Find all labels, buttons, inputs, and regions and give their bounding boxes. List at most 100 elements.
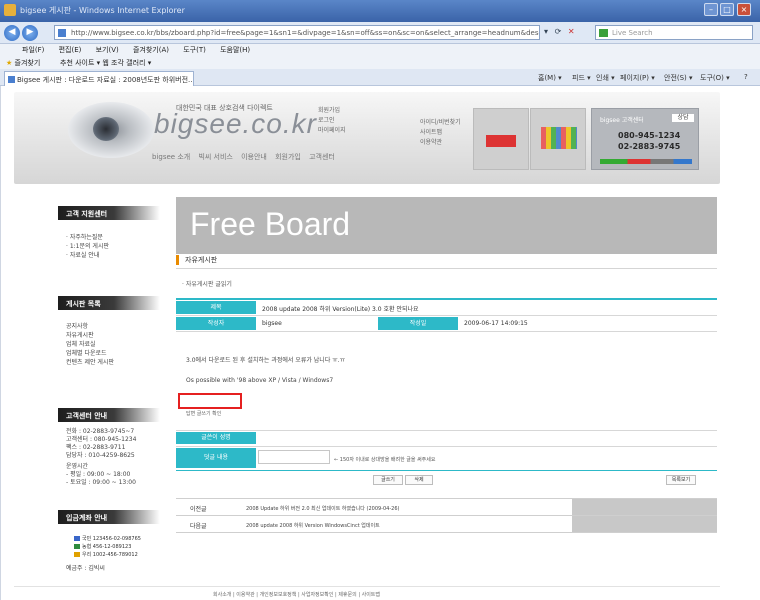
tools-menu[interactable]: 도구(O) ▾ [700,73,730,83]
url-input[interactable]: http://www.bigsee.co.kr/bbs/zboard.php?i… [54,25,540,40]
menu-view[interactable]: 보기(V) [96,46,119,54]
header-mini-link[interactable]: 이용약관 [420,138,461,148]
post-body-line: 3.0에서 다운로드 된 후 설치하는 과정에서 오류가 납니다 ㅠ.ㅠ [186,357,346,364]
header-link[interactable]: 빅씨 서비스 [198,153,232,161]
date-value: 2009-06-17 14:09:15 [464,320,528,327]
address-actions: ▾ ⟳ ✕ [544,27,579,36]
sidebar-link[interactable]: 자유게시판 [66,331,114,340]
write-button[interactable]: 글쓰기 [373,475,403,485]
sidebar-board-title: 게시판 목록 [58,296,160,310]
safety-menu[interactable]: 안전(S) ▾ [664,73,693,83]
star-icon: ★ [6,59,13,67]
sidebar-link[interactable]: 자료실 안내 [66,251,109,260]
author-value: bigsee [262,320,282,327]
board-sub-label: 자유게시판 글읽기 [182,279,232,288]
footer-link[interactable]: 사이트맵 [362,592,380,598]
bank-account: 농협 456-12-089123 [82,544,132,550]
header-mini-link[interactable]: 사이트맵 [420,128,461,138]
maximize-button[interactable]: □ [720,3,734,16]
sidebar-link[interactable]: 업체별 다운로드 [66,349,114,358]
comment-author-label: 글쓴이 성명 [176,432,256,444]
row-divider [176,315,717,316]
dropdown-icon[interactable]: ▾ [544,27,548,36]
header-link[interactable]: 회원가입 [275,153,301,161]
board-banner-title: Free Board [190,206,351,242]
feed-menu[interactable]: 피드 ▾ [572,73,591,83]
promo-banner-2[interactable] [530,108,586,170]
next-post-link[interactable]: 2008 update 2008 하위 Version WindowsCinct… [246,522,380,529]
support-line: 고객센터 : 080-945-1234 [66,436,137,443]
prev-post-link[interactable]: 2008 Update 하위 버전 2.0 최신 업데이트 하였습니다 (200… [246,505,399,512]
menu-edit[interactable]: 편집(E) [59,46,82,54]
ie-logo-icon [4,4,16,16]
bank-swatch [74,536,80,541]
sidebar-link[interactable]: 업체 자료실 [66,340,114,349]
tab-page-icon [8,76,15,83]
author-label: 작성자 [176,317,256,330]
bank-swatch [74,552,80,557]
header-mini-link[interactable]: 회원가입 [318,106,346,116]
sidebar-link[interactable]: 공지사항 [66,322,114,331]
stop-icon[interactable]: ✕ [568,27,575,36]
next-post-label: 다음글 [190,523,207,530]
subject-label: 제목 [176,301,256,314]
header-mini-link[interactable]: 마이페이지 [318,126,346,136]
suggested-sites[interactable]: 추천 사이트 ▾ 웹 조각 갤러리 ▾ [60,58,151,68]
footer-link[interactable]: 개인정보보호정책 [260,592,297,598]
list-button[interactable]: 목록보기 [666,475,696,485]
promo-banner-1[interactable] [473,108,529,170]
refresh-icon[interactable]: ⟳ [555,27,562,36]
footer-link[interactable]: 회사소개 [213,592,231,598]
support-line: 팩스 : 02-2883-9711 [66,444,126,451]
search-input[interactable]: Live Search [595,25,753,40]
header-link[interactable]: 고객센터 [309,153,335,161]
delete-button[interactable]: 삭제 [405,475,433,485]
contact-panel: bigsee 고객센터 상담 080-945-1234 02-2883-9745 [591,108,699,170]
menu-help[interactable]: 도움말(H) [220,46,250,54]
comment-content-label: 덧글 내용 [176,448,256,468]
sidebar-support-title: 고객센터 안내 [58,408,160,422]
sidebar-link[interactable]: 컨텐츠 제안 게시판 [66,358,114,367]
url-text: http://www.bigsee.co.kr/bbs/zboard.php?i… [71,29,539,37]
home-menu[interactable]: 홈(M) ▾ [538,73,562,83]
footer-link[interactable]: 제휴문의 [338,592,356,598]
contact-label: bigsee 고객센터 [600,117,644,124]
favorites-button[interactable]: ★ 즐겨찾기 [6,58,40,68]
sidebar-link[interactable]: 1:1문의 게시판 [66,242,109,251]
menu-file[interactable]: 파일(F) [22,46,44,54]
page-icon [58,29,66,37]
footer-link[interactable]: 사업자정보확인 [301,592,333,598]
search-engine-icon [599,29,608,37]
help-icon[interactable]: ? [744,73,748,81]
minimize-button[interactable]: – [704,3,718,16]
footer-link[interactable]: 이용약관 [236,592,254,598]
row-divider [176,430,717,431]
header-mini-links-a: 회원가입 로그인 마이페이지 [318,106,346,136]
comment-input[interactable] [258,450,330,464]
header-link[interactable]: bigsee 소개 [152,153,190,161]
highlight-annotation-box [178,393,242,409]
print-menu[interactable]: 인쇄 ▾ [596,73,615,83]
header-links: bigsee 소개 빅씨 서비스 이용안내 회원가입 고객센터 [152,152,341,162]
browser-tab[interactable]: Bigsee 게시판 : 다운로드 자료실 : 2008년도판 하위버전... [4,71,194,86]
header-link[interactable]: 이용안내 [241,153,267,161]
board-label: 자유게시판 [176,255,217,265]
forward-icon[interactable]: ▶ [22,25,38,41]
back-icon[interactable]: ◀ [4,25,20,41]
contact-button[interactable]: 상담 [672,114,694,122]
sidebar-link[interactable]: 자주하는질문 [66,233,109,242]
header-mini-link[interactable]: 로그인 [318,116,346,126]
bank-holder: 예금주 : 김빅씨 [66,565,105,572]
tab-label: Bigsee 게시판 : 다운로드 자료실 : 2008년도판 하위버전... [17,76,194,84]
address-bar: ◀ ▶ http://www.bigsee.co.kr/bbs/zboard.p… [0,22,760,44]
site-logo[interactable]: bigsee.co.kr [154,108,317,140]
page-menu[interactable]: 페이지(P) ▾ [620,73,655,83]
menu-tools[interactable]: 도구(T) [183,46,206,54]
close-button[interactable]: × [737,3,751,16]
bank-account: 국민 123456-02-098765 [82,536,141,542]
sidebar-banking-title: 입금계좌 안내 [58,510,160,524]
bank-swatch [74,544,80,549]
promo-tag [486,135,516,147]
menu-favorites[interactable]: 즐겨찾기(A) [133,46,169,54]
header-mini-link[interactable]: 아이디/비번찾기 [420,118,461,128]
